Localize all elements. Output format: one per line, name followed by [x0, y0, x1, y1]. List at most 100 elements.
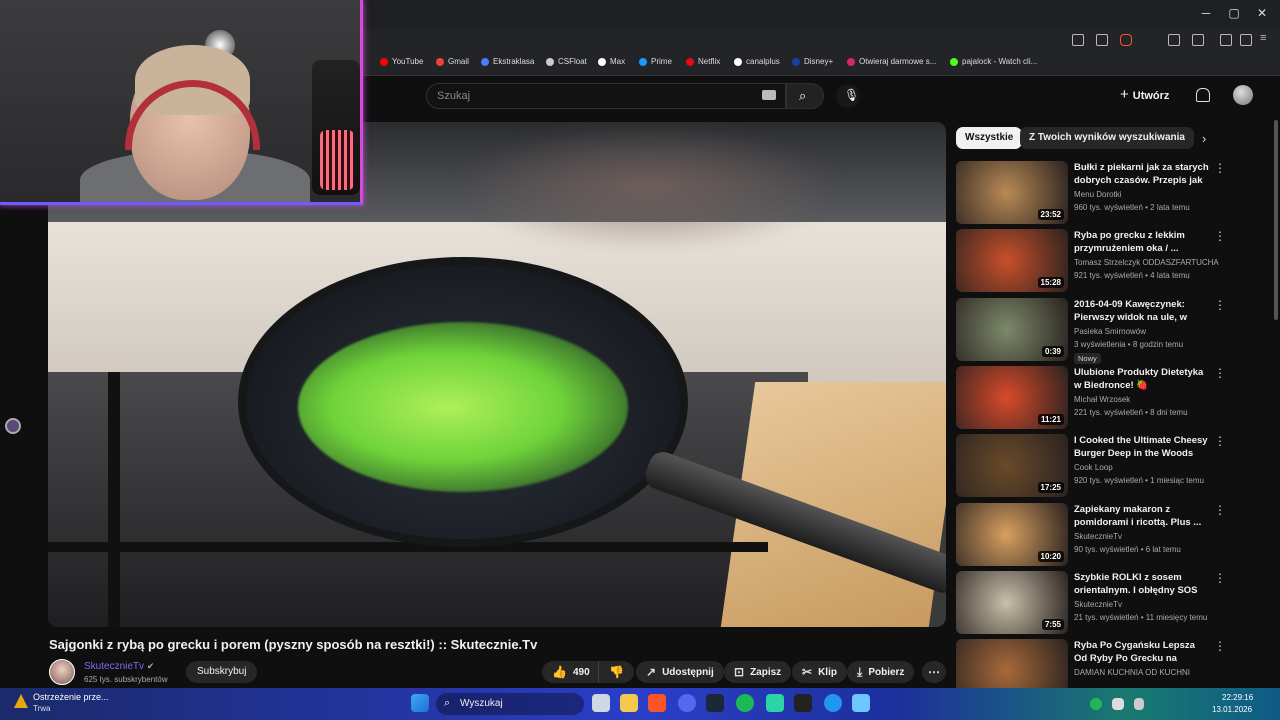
bookmark-otwieraj[interactable]: Otwieraj darmowe s...: [847, 57, 936, 66]
bookmark-youtube[interactable]: YouTube: [380, 57, 423, 66]
recommended-channel-name[interactable]: DAMIAN KUCHNIA OD KUCHNI: [1074, 668, 1190, 677]
clock-date[interactable]: 13.01.2026: [1212, 705, 1252, 714]
bookmark-canalplus[interactable]: canalplus: [734, 57, 780, 66]
app-icon[interactable]: [824, 694, 842, 712]
more-vert-icon[interactable]: ⋮: [1214, 503, 1226, 517]
clip-button[interactable]: ✂ Klip: [792, 661, 847, 683]
brave-browser-icon[interactable]: [648, 694, 666, 712]
tray-shield-icon[interactable]: [1134, 698, 1144, 710]
recommended-video-title[interactable]: Ulubione Produkty Dietetyka w Biedronce!…: [1074, 366, 1210, 392]
account-avatar[interactable]: [1233, 85, 1253, 105]
minimize-button[interactable]: ─: [1196, 6, 1216, 20]
recommended-video-title[interactable]: Szybkie ROLKI z sosem orientalnym. I obł…: [1074, 571, 1210, 597]
video-thumbnail[interactable]: 0:39: [956, 297, 1068, 361]
video-thumbnail[interactable]: 11:21: [956, 365, 1068, 429]
recommended-channel-name[interactable]: Menu Dorotki: [1074, 190, 1122, 199]
recommended-video[interactable]: 17:25 I Cooked the Ultimate Cheesy Burger…: [956, 434, 1256, 498]
channel-name[interactable]: SkutecznieTv ✔: [84, 661, 154, 672]
media-icon[interactable]: [1220, 34, 1232, 46]
recommended-video-title[interactable]: Ryba po grecku z lekkim przymrużeniem ok…: [1074, 229, 1210, 255]
tray-spotify-icon[interactable]: [1090, 698, 1102, 710]
more-vert-icon[interactable]: ⋮: [1214, 434, 1226, 448]
bookmark-csfloat[interactable]: CSFloat: [546, 57, 587, 66]
steam-icon[interactable]: [706, 694, 724, 712]
chevron-right-icon[interactable]: ›: [1202, 131, 1206, 146]
share-button[interactable]: ↗ Udostępnij: [636, 661, 724, 683]
clock-time[interactable]: 22:29:16: [1222, 693, 1253, 702]
recommended-video[interactable]: 7:55 Szybkie ROLKI z sosem orientalnym. I…: [956, 570, 1256, 635]
chip-all[interactable]: Wszystkie: [956, 127, 1023, 149]
more-vert-icon[interactable]: ⋮: [1214, 366, 1226, 380]
video-thumbnail[interactable]: 7:55: [956, 570, 1068, 634]
task-view-icon[interactable]: [592, 694, 610, 712]
recommended-video[interactable]: 11:21 Ulubione Produkty Dietetyka w Biedr…: [956, 365, 1256, 430]
recommended-channel-name[interactable]: Cook Loop: [1074, 463, 1113, 472]
chip-from-search[interactable]: Z Twoich wyników wyszukiwania: [1020, 127, 1194, 149]
dislike-button[interactable]: 👎: [598, 661, 634, 683]
scrollbar[interactable]: [1274, 120, 1278, 320]
menu-icon[interactable]: ≡: [1260, 32, 1272, 44]
video-thumbnail[interactable]: 23:52: [956, 161, 1068, 224]
subscribe-button[interactable]: Subskrybuj: [186, 661, 258, 683]
recommended-video-title[interactable]: Ryba Po Cygańsku Lepsza Od Ryby Po Greck…: [1074, 639, 1210, 665]
cast-icon[interactable]: [1072, 34, 1084, 46]
file-explorer-icon[interactable]: [620, 694, 638, 712]
video-thumbnail[interactable]: 17:25: [956, 434, 1068, 498]
video-thumbnail[interactable]: 10:20: [956, 502, 1068, 566]
voice-search-button[interactable]: 🎙: [836, 84, 860, 108]
save-button[interactable]: ⊡ Zapisz: [724, 661, 792, 683]
extensions-icon[interactable]: [1168, 34, 1180, 46]
maximize-button[interactable]: ▢: [1224, 6, 1244, 20]
epic-games-icon[interactable]: [794, 694, 812, 712]
discord-icon[interactable]: [678, 694, 696, 712]
recommended-video[interactable]: 23:52 Bułki z piekarni jak za starych dob…: [956, 161, 1256, 225]
extension-icon[interactable]: [1192, 34, 1204, 46]
recommended-video[interactable]: 15:28 Ryba po grecku z lekkim przymrużeni…: [956, 229, 1256, 293]
recommended-channel-name[interactable]: Tomasz Strzelczyk ODDASZFARTUCHA: [1074, 258, 1219, 267]
close-button[interactable]: ✕: [1252, 6, 1272, 20]
spotify-icon[interactable]: [736, 694, 754, 712]
bookmark-prime[interactable]: Prime: [639, 57, 672, 66]
sidebar-toggle-icon[interactable]: [1240, 34, 1252, 46]
windows-start-icon[interactable]: [411, 694, 429, 712]
recommended-video-title[interactable]: Bułki z piekarni jak za starych dobrych …: [1074, 161, 1210, 187]
bookmark-ekstraklasa[interactable]: Ekstraklasa: [481, 57, 534, 66]
video-thumbnail[interactable]: 15:28: [956, 229, 1068, 293]
recommended-channel-name[interactable]: SkutecznieTv: [1074, 600, 1122, 609]
like-button[interactable]: 👍 490: [542, 661, 598, 683]
recommended-video-title[interactable]: 2016-04-09 Kawęczynek: Pierwszy widok na…: [1074, 298, 1210, 324]
more-vert-icon[interactable]: ⋮: [1214, 298, 1226, 312]
notification-title[interactable]: Ostrzeżenie prze...: [33, 692, 109, 702]
bookmark-disney[interactable]: Disney+: [792, 57, 833, 66]
taskbar-search-input[interactable]: Wyszukaj: [436, 693, 584, 715]
more-actions-button[interactable]: ⋯: [922, 661, 946, 683]
recommended-video-title[interactable]: I Cooked the Ultimate Cheesy Burger Deep…: [1074, 434, 1210, 460]
recommended-video-title[interactable]: Zapiekany makaron z pomidorami i ricottą…: [1074, 503, 1210, 529]
channel-avatar[interactable]: [49, 659, 75, 685]
app-icon[interactable]: [766, 694, 784, 712]
more-vert-icon[interactable]: ⋮: [1214, 161, 1226, 175]
keyboard-icon[interactable]: [762, 90, 776, 100]
floating-widget-icon[interactable]: [5, 418, 21, 434]
bookmark-netflix[interactable]: Netflix: [686, 57, 720, 66]
notepad-icon[interactable]: [852, 694, 870, 712]
search-button[interactable]: ⌕: [786, 83, 824, 109]
tray-battery-icon[interactable]: [1112, 698, 1124, 710]
search-input[interactable]: Szukaj: [426, 83, 786, 109]
download-button[interactable]: ⤓ Pobierz: [847, 661, 915, 683]
brave-shield-icon[interactable]: [1120, 34, 1132, 46]
recommended-channel-name[interactable]: Pasieka Smirnowów: [1074, 327, 1146, 336]
recommended-video[interactable]: 10:20 Zapiekany makaron z pomidorami i ri…: [956, 502, 1256, 567]
recommended-channel-name[interactable]: SkutecznieTv: [1074, 532, 1122, 541]
create-button[interactable]: + Utwórz: [1120, 86, 1169, 103]
bookmark-pajalock[interactable]: pajalock - Watch cli...: [950, 57, 1037, 66]
recommended-channel-name[interactable]: Michał Wrzosek: [1074, 395, 1130, 404]
share-page-icon[interactable]: [1096, 34, 1108, 46]
bell-icon[interactable]: [1196, 88, 1210, 102]
more-vert-icon[interactable]: ⋮: [1214, 229, 1226, 243]
recommended-video[interactable]: 0:39 2016-04-09 Kawęczynek: Pierwszy wido…: [956, 297, 1256, 364]
bookmark-max[interactable]: Max: [598, 57, 625, 66]
bookmark-gmail[interactable]: Gmail: [436, 57, 469, 66]
more-vert-icon[interactable]: ⋮: [1214, 571, 1226, 585]
more-vert-icon[interactable]: ⋮: [1214, 639, 1226, 653]
